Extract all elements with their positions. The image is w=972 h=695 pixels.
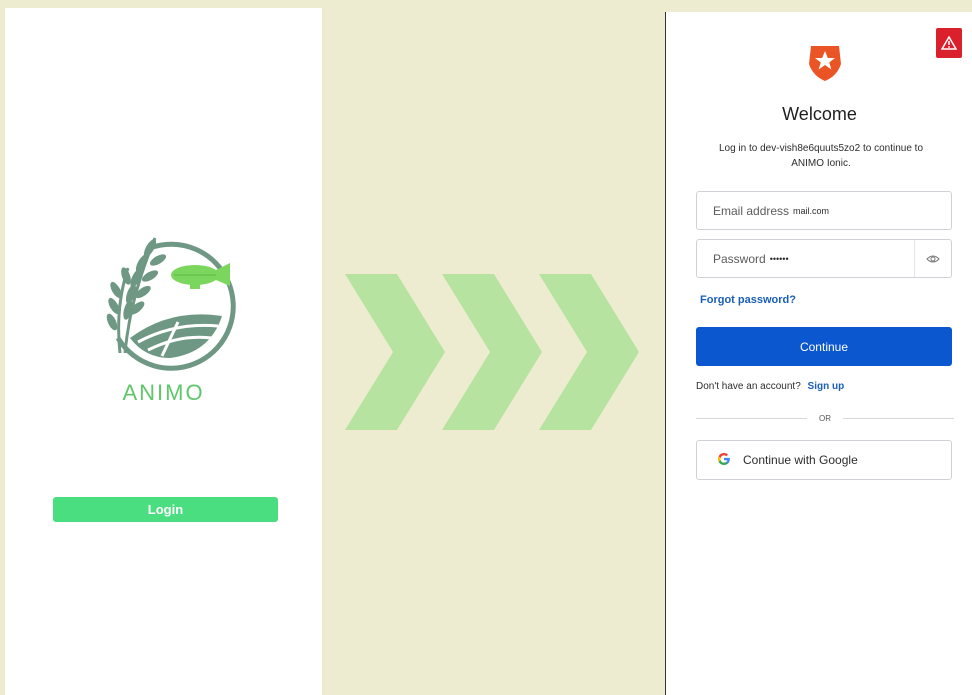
chevron-arrow-1	[345, 274, 445, 430]
eye-icon[interactable]	[914, 240, 951, 277]
login-button[interactable]: Login	[53, 497, 278, 522]
warning-triangle-icon[interactable]	[936, 28, 962, 58]
continue-button[interactable]: Continue	[696, 327, 952, 366]
no-account-text: Don't have an account?	[696, 381, 801, 392]
login-subtitle: Log in to dev-vish8e6quuts5zo2 to contin…	[718, 143, 924, 169]
password-field[interactable]: Password ••••••	[696, 239, 952, 278]
flow-arrows	[345, 270, 645, 440]
auth0-shield-star-icon	[807, 42, 843, 87]
email-label: Email address	[713, 203, 790, 218]
or-text: OR	[819, 413, 831, 423]
animo-logo	[90, 218, 240, 378]
divider-line	[696, 417, 807, 419]
google-g-icon	[717, 452, 731, 469]
password-label: Password	[713, 251, 766, 266]
google-button-label: Continue with Google	[743, 453, 858, 467]
or-divider: OR	[696, 411, 954, 425]
password-value: ••••••	[769, 253, 789, 264]
continue-with-google-button[interactable]: Continue with Google	[696, 440, 952, 480]
divider-line	[843, 417, 954, 419]
signup-link[interactable]: Sign up	[808, 381, 845, 392]
chevron-arrow-2	[442, 274, 542, 430]
welcome-title: Welcome	[782, 104, 857, 124]
signup-row: Don't have an account? Sign up	[696, 381, 844, 392]
forgot-password-link[interactable]: Forgot password?	[700, 294, 796, 306]
email-value: mail.com	[793, 205, 830, 216]
app-splash-screen: ANIMO Login	[5, 8, 322, 695]
auth0-login-screen: Welcome Log in to dev-vish8e6quuts5zo2 t…	[665, 12, 972, 695]
brand-name: ANIMO	[122, 380, 205, 405]
chevron-arrow-3	[539, 274, 639, 430]
email-field[interactable]: Email address mail.com	[696, 191, 952, 230]
